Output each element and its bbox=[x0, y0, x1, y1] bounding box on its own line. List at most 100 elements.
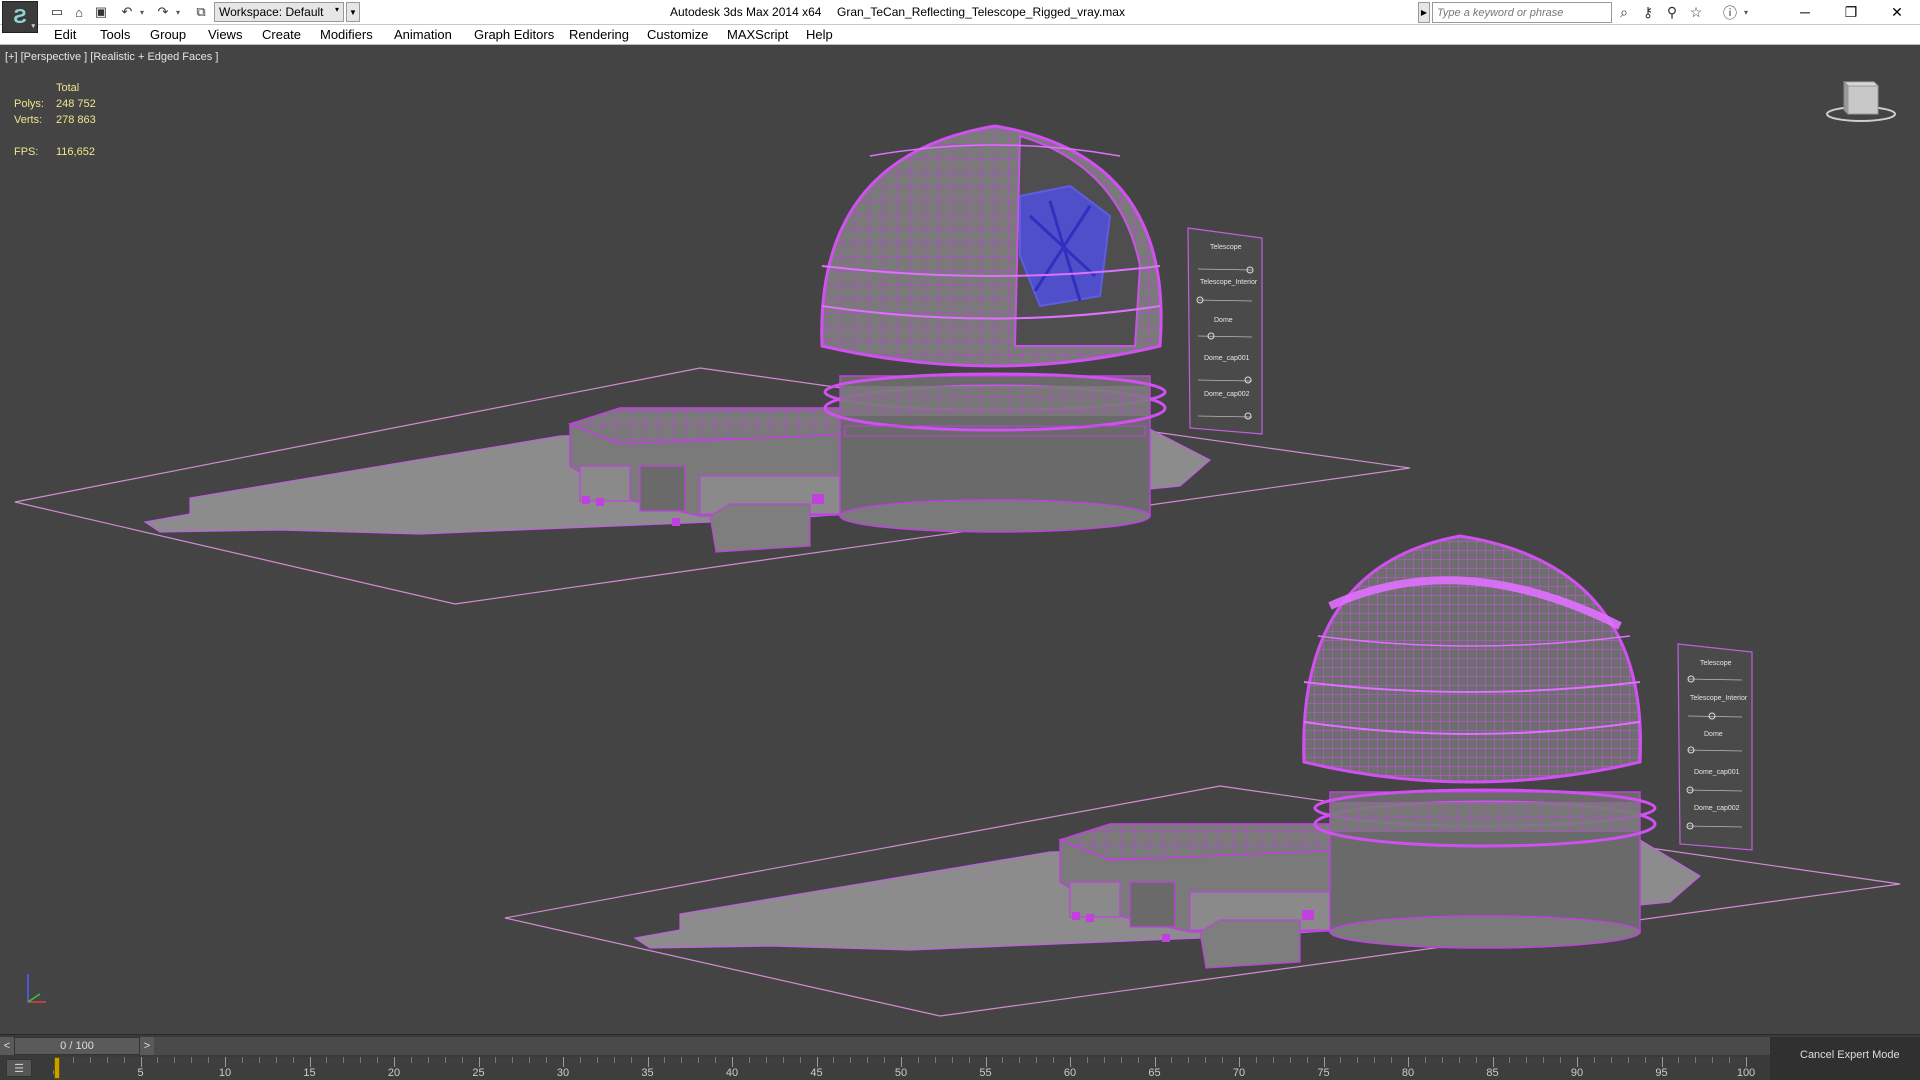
time-slider-next-button[interactable]: > bbox=[140, 1037, 154, 1055]
observatory-model-bottom[interactable]: Telescope Telescope_Interior Dome Dome_c… bbox=[504, 534, 1901, 1017]
ruler-tick-mark bbox=[191, 1057, 193, 1063]
ruler-tick-label: 80 bbox=[1401, 1067, 1415, 1079]
ruler-tick-mark bbox=[1408, 1057, 1409, 1067]
time-slider-track[interactable] bbox=[0, 1037, 1920, 1055]
menu-help[interactable]: Help bbox=[806, 27, 833, 42]
time-slider-prev-button[interactable]: < bbox=[0, 1037, 14, 1055]
track-bar[interactable]: 0510152025303540455055606570758085909510… bbox=[53, 1057, 1755, 1080]
ruler-tick-mark bbox=[951, 1057, 953, 1063]
selset-bottom-dome[interactable]: Dome bbox=[1704, 731, 1723, 738]
ruler-tick-mark bbox=[123, 1057, 125, 1063]
ruler-tick-mark bbox=[343, 1057, 345, 1063]
ruler-tick-mark bbox=[1154, 1057, 1156, 1067]
ruler-tick-mark bbox=[1543, 1057, 1545, 1063]
open-file-icon[interactable]: ⌂ bbox=[70, 3, 88, 21]
ruler-tick-mark bbox=[208, 1057, 210, 1063]
undo-dropdown-icon[interactable]: ▾ bbox=[138, 3, 146, 21]
menu-group[interactable]: Group bbox=[150, 27, 186, 42]
selset-top-telescope-interior[interactable]: Telescope_Interior bbox=[1200, 279, 1258, 286]
ruler-tick-label: 75 bbox=[1317, 1067, 1330, 1079]
ruler-tick-mark bbox=[884, 1057, 886, 1063]
axis-y bbox=[27, 993, 41, 1003]
perspective-viewport[interactable]: [+] [Perspective ] [Realistic + Edged Fa… bbox=[0, 46, 1920, 1034]
selset-top-dome-cap001[interactable]: Dome_cap001 bbox=[1204, 355, 1250, 362]
ruler-tick-mark bbox=[1712, 1057, 1714, 1063]
scene-canvas[interactable]: Telescope Telescope_Interior Dome Dome_c… bbox=[0, 46, 1920, 1034]
search-input[interactable] bbox=[1432, 2, 1612, 23]
help-dropdown-icon[interactable]: ▾ bbox=[1742, 3, 1750, 21]
time-slider-thumb[interactable]: 0 / 100 bbox=[14, 1037, 140, 1055]
viewcube-right-face[interactable] bbox=[1847, 85, 1879, 115]
menu-animation[interactable]: Animation bbox=[394, 27, 452, 42]
selset-top-telescope[interactable]: Telescope bbox=[1210, 244, 1242, 251]
ruler-tick-mark bbox=[934, 1057, 936, 1063]
ruler-tick-mark bbox=[1205, 1057, 1207, 1063]
workspace-dropdown[interactable]: Workspace: Default ▾ bbox=[214, 2, 344, 22]
restore-button[interactable]: ❐ bbox=[1828, 0, 1874, 24]
menu-customize[interactable]: Customize bbox=[647, 27, 708, 42]
redo-icon[interactable]: ↷ bbox=[154, 3, 172, 21]
comm-center-icon[interactable]: ⚲ bbox=[1662, 3, 1682, 22]
dome-base-bottom[interactable] bbox=[1313, 788, 1657, 949]
ruler-tick-mark bbox=[1053, 1057, 1055, 1063]
ruler-tick-mark bbox=[1188, 1057, 1190, 1063]
selection-set-panel-bottom[interactable]: Telescope Telescope_Interior Dome Dome_c… bbox=[1677, 643, 1753, 851]
key-icon[interactable]: ⚷ bbox=[1638, 3, 1658, 22]
ruler-tick-mark bbox=[579, 1057, 581, 1063]
ruler-tick-mark bbox=[917, 1057, 919, 1063]
menu-rendering[interactable]: Rendering bbox=[569, 27, 629, 42]
dome-top[interactable] bbox=[820, 124, 1163, 368]
selset-top-dome[interactable]: Dome bbox=[1214, 317, 1233, 324]
viewcube-front-face[interactable] bbox=[1843, 80, 1849, 116]
selset-bottom-telescope-interior[interactable]: Telescope_Interior bbox=[1690, 695, 1748, 702]
star-icon[interactable]: ☆ bbox=[1686, 3, 1706, 22]
mini-curve-editor-icon[interactable]: ☰ bbox=[6, 1059, 32, 1077]
menu-create[interactable]: Create bbox=[262, 27, 301, 42]
undo-icon[interactable]: ↶ bbox=[118, 3, 136, 21]
project-folder-icon[interactable]: ⧉ bbox=[192, 3, 210, 21]
help-icon[interactable]: ⓘ bbox=[1720, 3, 1740, 22]
ruler-tick-label: 10 bbox=[218, 1067, 232, 1079]
save-icon[interactable]: ▣ bbox=[92, 3, 110, 21]
binoculars-icon[interactable]: ⌕ bbox=[1614, 3, 1634, 22]
ruler-tick-mark bbox=[309, 1057, 311, 1067]
selset-bottom-telescope[interactable]: Telescope bbox=[1700, 660, 1732, 667]
ruler-tick-label: 95 bbox=[1655, 1067, 1668, 1079]
current-frame-marker[interactable] bbox=[54, 1057, 60, 1079]
ruler-tick-label: 50 bbox=[894, 1067, 908, 1079]
selection-set-panel-top[interactable]: Telescope Telescope_Interior Dome Dome_c… bbox=[1187, 227, 1263, 435]
ruler-tick-mark bbox=[174, 1057, 176, 1063]
ruler-tick-mark bbox=[360, 1057, 362, 1063]
selset-bottom-dome-cap001[interactable]: Dome_cap001 bbox=[1694, 769, 1740, 776]
ruler-tick-mark bbox=[1610, 1057, 1612, 1063]
selset-bottom-dome-cap002[interactable]: Dome_cap002 bbox=[1694, 805, 1740, 812]
viewcube[interactable] bbox=[1826, 74, 1896, 124]
selset-top-dome-cap002[interactable]: Dome_cap002 bbox=[1204, 391, 1250, 398]
ruler-tick-mark bbox=[664, 1057, 666, 1063]
app-title: Autodesk 3ds Max 2014 x64 bbox=[670, 5, 822, 19]
viewcube-top-face[interactable] bbox=[1842, 81, 1880, 87]
redo-dropdown-icon[interactable]: ▾ bbox=[174, 3, 182, 21]
ruler-tick-mark bbox=[867, 1057, 869, 1063]
close-button[interactable]: ✕ bbox=[1874, 0, 1920, 24]
ruler-tick-mark bbox=[1374, 1057, 1376, 1063]
menu-maxscript[interactable]: MAXScript bbox=[727, 27, 788, 42]
menu-modifiers[interactable]: Modifiers bbox=[320, 27, 373, 42]
cancel-expert-mode-button[interactable]: Cancel Expert Mode bbox=[1800, 1049, 1900, 1061]
menu-tools[interactable]: Tools bbox=[100, 27, 130, 42]
minimize-button[interactable]: ─ bbox=[1782, 0, 1828, 24]
menu-views[interactable]: Views bbox=[208, 27, 242, 42]
dome-base-top[interactable] bbox=[823, 372, 1167, 533]
quick-access-menu-button[interactable]: ▼ bbox=[346, 2, 360, 22]
menu-graph-editors[interactable]: Graph Editors bbox=[474, 27, 554, 42]
menu-edit[interactable]: Edit bbox=[54, 27, 76, 42]
dome-bottom[interactable] bbox=[1302, 534, 1642, 784]
observatory-model-top[interactable]: Telescope Telescope_Interior Dome Dome_c… bbox=[14, 124, 1411, 605]
app-menu-button[interactable]: Ƨ ▾ bbox=[2, 1, 38, 33]
ruler-tick-label: 15 bbox=[303, 1067, 316, 1079]
ruler-tick-mark bbox=[1424, 1057, 1426, 1063]
search-toggle-button[interactable]: ▶ bbox=[1418, 2, 1430, 23]
ruler-tick-mark bbox=[1695, 1057, 1697, 1063]
ruler-tick-label: 70 bbox=[1232, 1067, 1246, 1079]
new-file-icon[interactable]: ▭ bbox=[48, 3, 66, 21]
